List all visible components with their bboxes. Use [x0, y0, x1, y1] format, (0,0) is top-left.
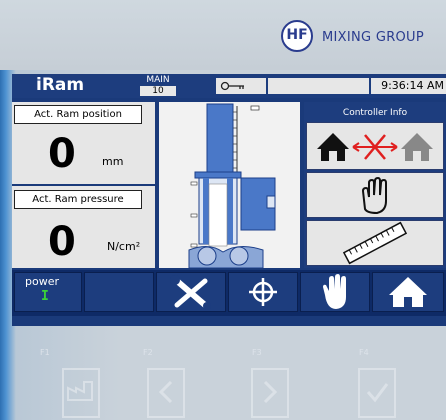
arrow-left-icon	[158, 380, 173, 404]
controller-link-button[interactable]	[306, 122, 444, 170]
header-plate: HF MIXING GROUP	[0, 0, 446, 70]
hand-mode-button[interactable]	[300, 272, 370, 312]
ram-pressure-value: 0	[48, 219, 76, 265]
factory-icon	[67, 381, 93, 401]
app-title: iRam	[36, 75, 85, 95]
power-state: I	[41, 289, 49, 304]
ram-pressure-label: Act. Ram pressure	[14, 190, 142, 209]
ram-illustration	[188, 103, 276, 269]
f4-key[interactable]	[358, 368, 396, 418]
brand-name: MIXING GROUP	[322, 30, 425, 45]
home-link-broken-icon	[317, 133, 433, 161]
crosshair-icon	[249, 278, 277, 306]
ram-position-unit: mm	[102, 155, 124, 168]
menu-label: MAIN	[146, 75, 170, 85]
ram-position-label: Act. Ram position	[14, 105, 142, 124]
message-field	[268, 78, 369, 94]
power-button[interactable]: power I	[14, 272, 82, 312]
controller-info-panel: Controller Info	[304, 102, 446, 268]
hand-icon	[323, 274, 346, 309]
f1-key[interactable]	[62, 368, 100, 418]
ram-position-panel: Act. Ram position 0 mm	[12, 102, 155, 184]
f2-key[interactable]	[147, 368, 185, 418]
top-status-bar: iRam MAIN 10 9:36:14 AM	[12, 74, 446, 98]
ruler-icon	[342, 221, 408, 265]
home-button[interactable]	[372, 272, 444, 312]
f3-label: F3	[252, 348, 262, 357]
checkmark-icon	[366, 383, 389, 403]
menu-number: 10	[140, 86, 176, 96]
f4-label: F4	[359, 348, 369, 357]
manual-mode-button[interactable]	[306, 172, 444, 218]
hand-outline-icon	[361, 176, 387, 215]
home-icon	[389, 277, 427, 307]
ram-pressure-unit: N/cm²	[107, 240, 141, 253]
calibration-button[interactable]	[306, 220, 444, 266]
ram-diagram	[159, 102, 300, 269]
position-target-button[interactable]	[228, 272, 298, 312]
power-label: power	[25, 275, 59, 288]
settings-button[interactable]	[156, 272, 226, 312]
hmi-screen: iRam MAIN 10 9:36:14 AM Act. Ram positio…	[12, 74, 446, 326]
ram-pressure-panel: Act. Ram pressure 0 N/cm²	[12, 186, 155, 268]
tools-icon	[170, 275, 211, 310]
clock-display: 9:36:14 AM	[371, 78, 446, 94]
blank-button[interactable]	[84, 272, 154, 312]
f1-label: F1	[40, 348, 50, 357]
controller-info-title: Controller Info	[342, 108, 408, 118]
f3-key[interactable]	[251, 368, 289, 418]
bottom-toolbar: power I	[12, 270, 446, 316]
arrow-right-icon	[263, 380, 278, 404]
menu-indicator[interactable]: MAIN 10	[140, 75, 176, 96]
ram-position-value: 0	[48, 131, 76, 177]
hf-logo-icon: HF	[281, 20, 313, 52]
key-icon	[220, 78, 246, 98]
f2-label: F2	[143, 348, 153, 357]
